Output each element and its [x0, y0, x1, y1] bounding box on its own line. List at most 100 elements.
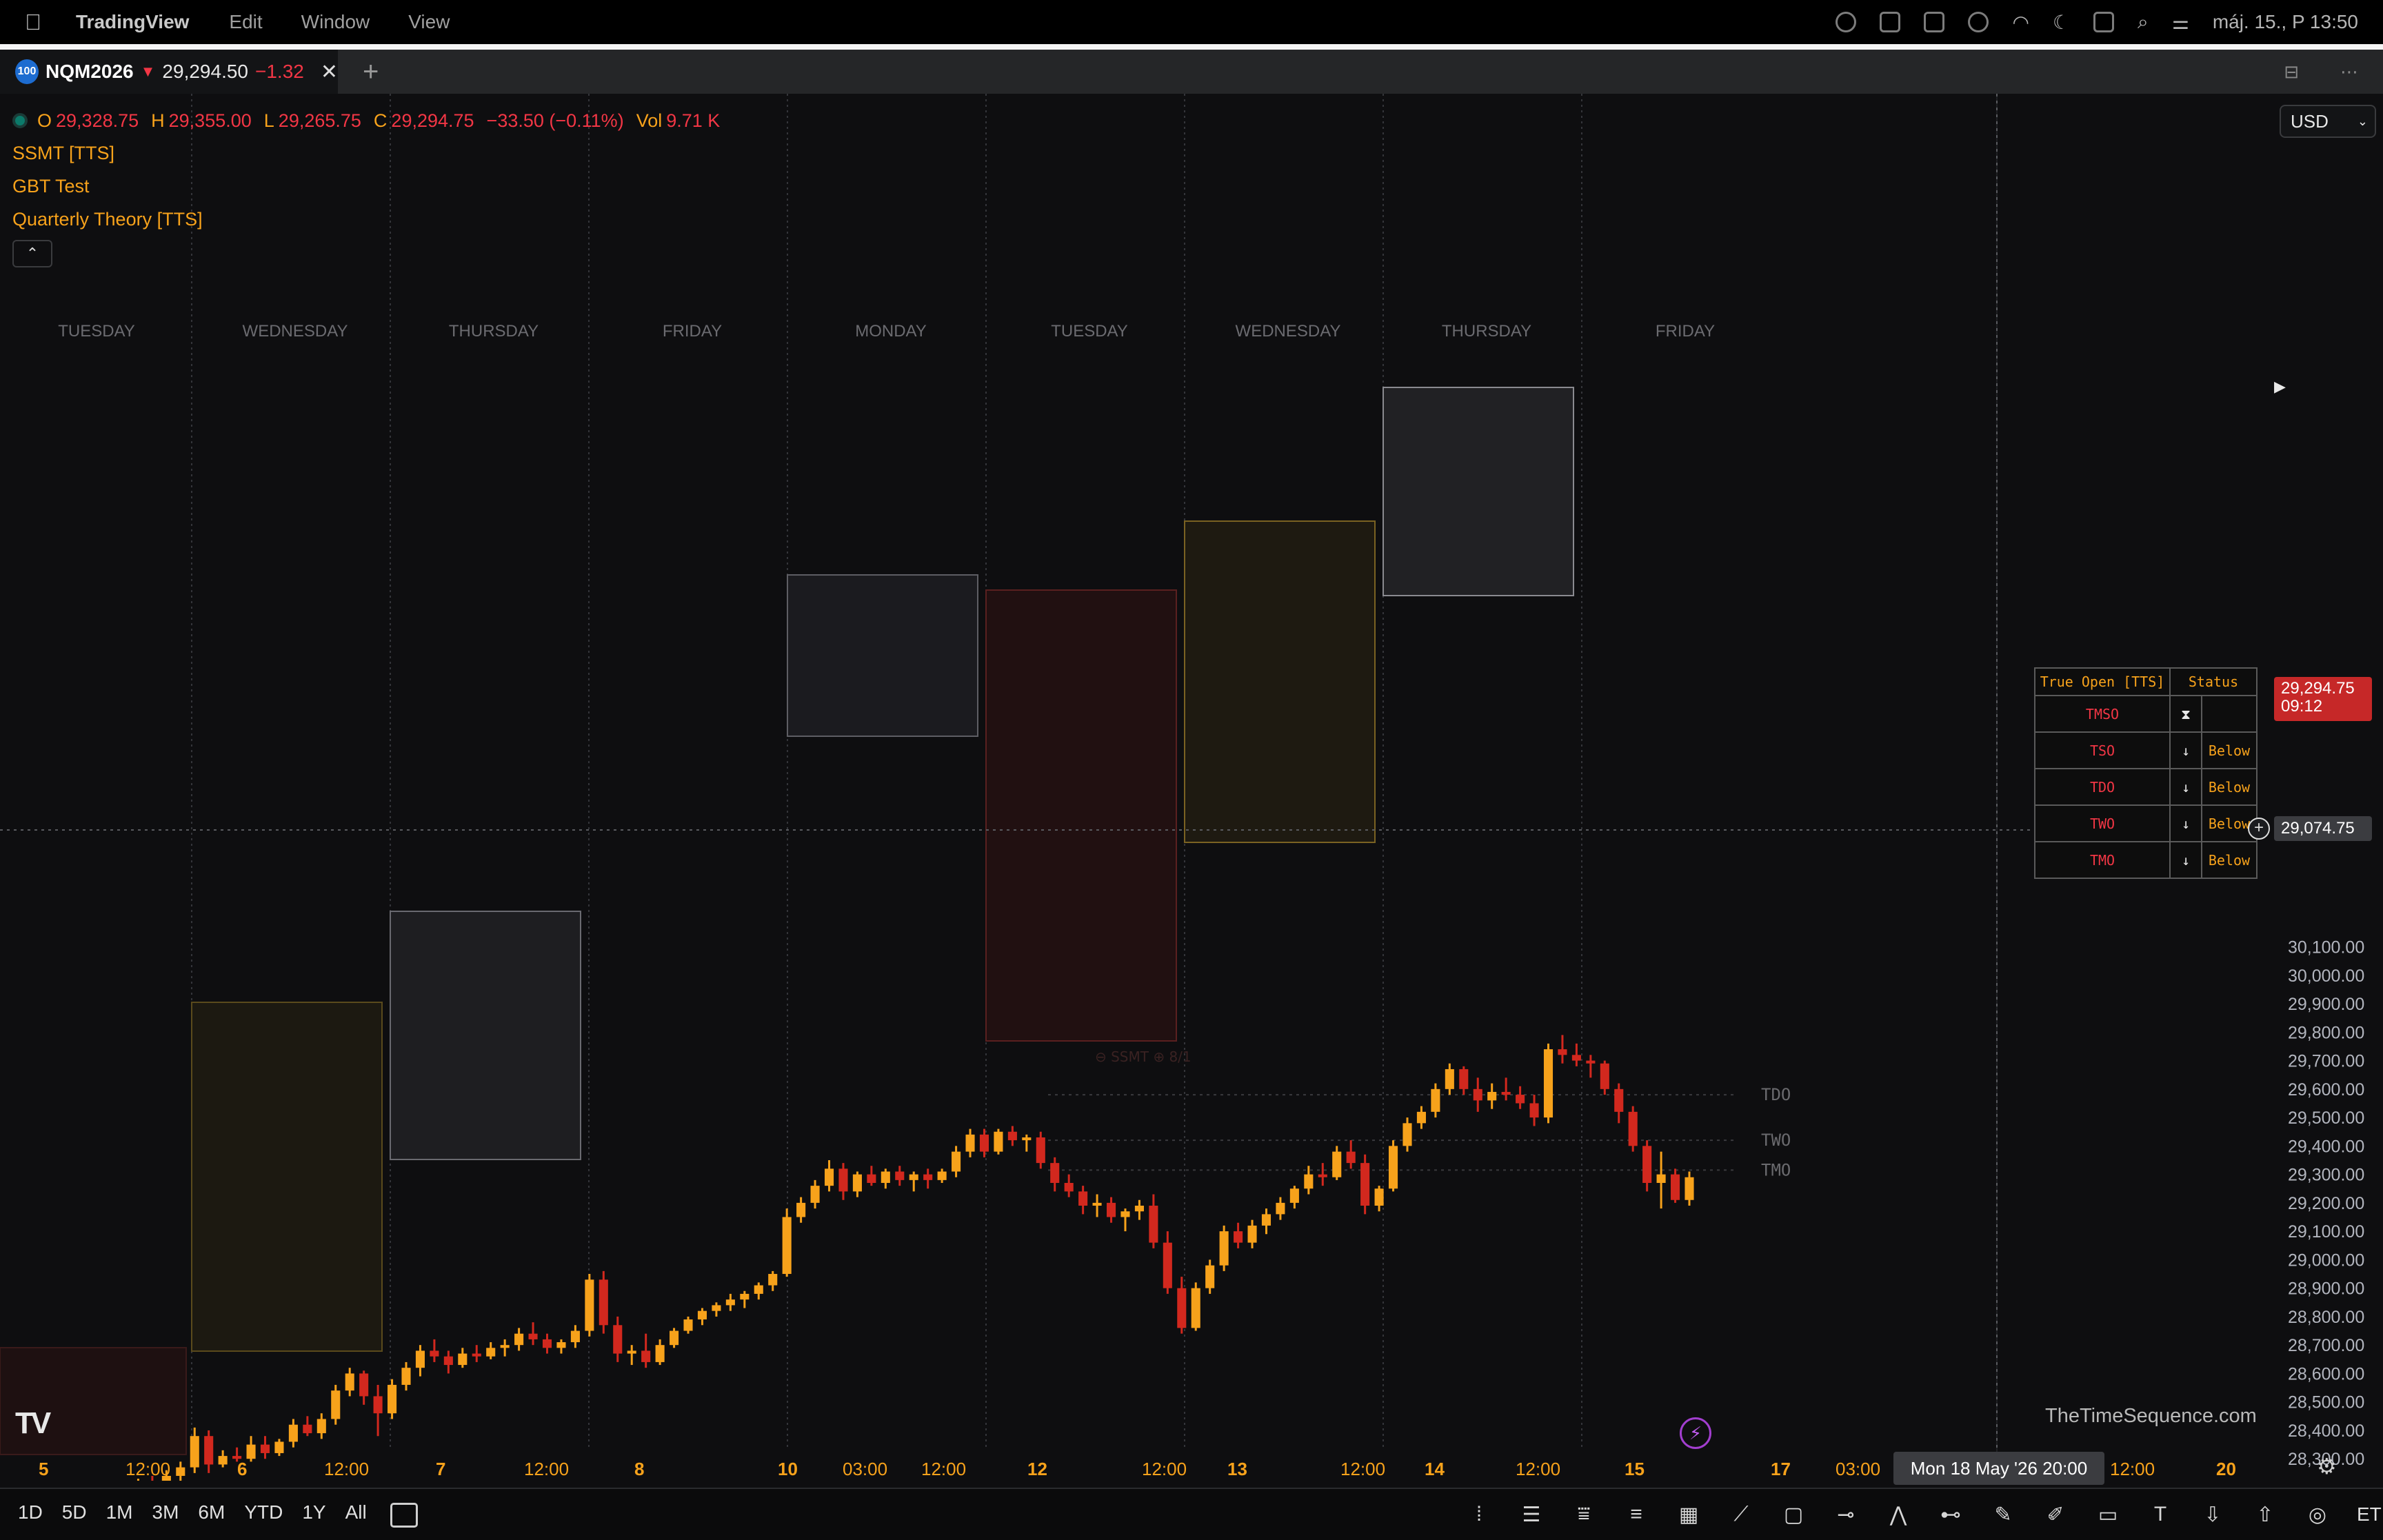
price-tick: 28,800.00	[2288, 1308, 2364, 1327]
time-tick: 20	[2216, 1459, 2236, 1479]
tab-nqm2026[interactable]: 100 NQM2026 ▼ 29,294.50 −1.32 ✕	[0, 50, 338, 94]
record-icon[interactable]	[1836, 12, 1857, 32]
candle-body	[965, 1134, 975, 1152]
eth-session-toggle[interactable]: ETH	[2357, 1503, 2383, 1526]
range-button-6m[interactable]: 6M	[198, 1501, 225, 1523]
close-tab-icon[interactable]: ✕	[321, 60, 338, 84]
chart-pane[interactable]: TDO TWO TMO ⊖ SSMT ⊕ 8/1 TUESDAY WEDNESDAY THU…	[0, 94, 2383, 1481]
arrow-down-icon[interactable]: ⇩	[2195, 1499, 2230, 1530]
rectangle-icon[interactable]: ▢	[1776, 1499, 1811, 1530]
long-position-icon[interactable]: ☰	[1514, 1499, 1549, 1530]
candle-body	[1234, 1231, 1243, 1243]
text-icon[interactable]: T	[2143, 1499, 2178, 1530]
menu-view[interactable]: View	[408, 11, 450, 33]
add-alert-plus-icon[interactable]: +	[2248, 818, 2270, 840]
range-button-1d[interactable]: 1D	[18, 1501, 43, 1523]
menu-window[interactable]: Window	[301, 11, 370, 33]
table-header-status: Status	[2169, 667, 2258, 696]
gann-icon[interactable]: ≡	[1619, 1499, 1653, 1530]
menu-edit[interactable]: Edit	[229, 11, 262, 33]
collapse-indicators-chevron-up-icon[interactable]: ⌃	[12, 240, 52, 267]
arrow-down-icon: ↓	[2169, 804, 2202, 842]
candle-body	[712, 1305, 721, 1311]
range-button-ytd[interactable]: YTD	[244, 1501, 283, 1523]
currency-select[interactable]: USD ⌄	[2280, 105, 2376, 138]
wifi-icon[interactable]: ◠	[2012, 11, 2029, 34]
candle-body	[1289, 1188, 1299, 1203]
candle-body	[1402, 1123, 1412, 1146]
candle-body	[937, 1171, 947, 1180]
price-tick: 29,400.00	[2288, 1137, 2364, 1156]
tradingview-logo-icon[interactable]: TV	[15, 1406, 51, 1441]
calendar-icon[interactable]	[390, 1503, 418, 1528]
candle-body	[373, 1396, 383, 1414]
play-icon[interactable]	[1968, 12, 1989, 32]
app-menu-tradingview[interactable]: TradingView	[76, 11, 189, 33]
indicator-quarterly-theory[interactable]: Quarterly Theory [TTS]	[12, 203, 728, 236]
control-center-icon[interactable]: ⚌	[2172, 11, 2189, 34]
grid-icon[interactable]: ▦	[1671, 1499, 1706, 1530]
pencil-icon[interactable]: ✐	[2038, 1499, 2073, 1530]
candle-body	[303, 1424, 312, 1434]
day-label: FRIDAY	[1656, 322, 1715, 341]
candle-body	[1078, 1191, 1088, 1206]
low-key: L	[263, 110, 274, 131]
range-button-5d[interactable]: 5D	[62, 1501, 87, 1523]
session-box	[787, 574, 978, 737]
candle-body	[528, 1333, 538, 1339]
brush-icon[interactable]: ✎	[1986, 1499, 2020, 1530]
range-button-all[interactable]: All	[345, 1501, 367, 1523]
new-tab-icon[interactable]: +	[363, 57, 379, 88]
candle-body	[1332, 1151, 1342, 1177]
candle-body	[1092, 1202, 1102, 1206]
fib-retracement-icon[interactable]: ⩸	[1567, 1499, 1601, 1530]
lightning-icon[interactable]: ⚡	[1680, 1417, 1711, 1449]
indicator-gbt-test[interactable]: GBT Test	[12, 170, 728, 203]
day-label: FRIDAY	[663, 322, 722, 341]
market-status-icon[interactable]	[12, 113, 28, 128]
circle-target-icon[interactable]: ◎	[2300, 1499, 2335, 1530]
candlestick-chart[interactable]: TDOTWOTMO⊖ SSMT ⊕ 8/1TUESDAY WEDNESDAY THU…	[0, 94, 2383, 1481]
time-tick: 12:00	[1142, 1459, 1187, 1479]
range-button-3m[interactable]: 3M	[152, 1501, 179, 1523]
gear-icon[interactable]: ⚙	[2317, 1453, 2337, 1479]
day-label: WEDNESDAY	[1236, 322, 1341, 341]
horizontal-ray-icon[interactable]: ⊸	[1829, 1499, 1863, 1530]
macos-menubar:  TradingView Edit Window View ◠ ☾ ⌕ ⚌ m…	[0, 0, 2383, 44]
card-icon[interactable]	[1924, 12, 1945, 32]
horizontal-line-icon[interactable]: ⊷	[1933, 1499, 1968, 1530]
time-tick: 12:00	[1340, 1459, 1386, 1479]
candle-body	[1261, 1214, 1271, 1226]
notion-icon[interactable]	[1880, 12, 1901, 32]
apple-icon[interactable]: 	[25, 10, 52, 35]
candle-body	[683, 1319, 693, 1331]
true-open-table: True Open [TTS] Status TMSO ⧗ TSO ↓ Below T…	[2034, 667, 2258, 879]
chart-legend: O 29,328.75 H 29,355.00 L 29,265.75 C 29,294…	[12, 105, 728, 267]
candle-body	[1134, 1206, 1144, 1212]
path-icon[interactable]: ⋀	[1881, 1499, 1916, 1530]
session-box	[191, 1002, 383, 1352]
trendline-icon[interactable]: ⟋	[1724, 1499, 1758, 1530]
range-button-1y[interactable]: 1Y	[302, 1501, 325, 1523]
time-cursor-label: Mon 18 May '26 20:00	[1893, 1452, 2104, 1485]
menubar-datetime[interactable]: máj. 15., P 13:50	[2213, 11, 2358, 33]
candle-body	[810, 1186, 820, 1203]
drag-handle-icon[interactable]: ⁞	[1462, 1499, 1496, 1530]
callout-icon[interactable]: ▭	[2091, 1499, 2125, 1530]
candle-body	[1416, 1111, 1426, 1124]
arrow-up-icon[interactable]: ⇧	[2248, 1499, 2282, 1530]
spotlight-search-icon[interactable]: ⌕	[2138, 11, 2149, 34]
tab-symbol: NQM2026	[46, 61, 134, 82]
change-value: −33.50 (−0.11%)	[486, 110, 624, 131]
more-icon[interactable]: ⋯	[2340, 61, 2358, 83]
indicator-ssmt[interactable]: SSMT [TTS]	[12, 136, 728, 170]
day-label: TUESDAY	[58, 322, 135, 341]
layout-icon[interactable]: ⊟	[2284, 61, 2299, 83]
time-tick: 15	[1625, 1459, 1645, 1479]
range-button-1m[interactable]: 1M	[106, 1501, 133, 1523]
time-tick: 8	[634, 1459, 645, 1479]
battery-icon[interactable]	[2093, 12, 2115, 32]
row-status	[2201, 695, 2258, 733]
scroll-right-arrow-icon[interactable]: ▶	[2274, 378, 2286, 396]
moon-icon[interactable]: ☾	[2053, 11, 2070, 34]
